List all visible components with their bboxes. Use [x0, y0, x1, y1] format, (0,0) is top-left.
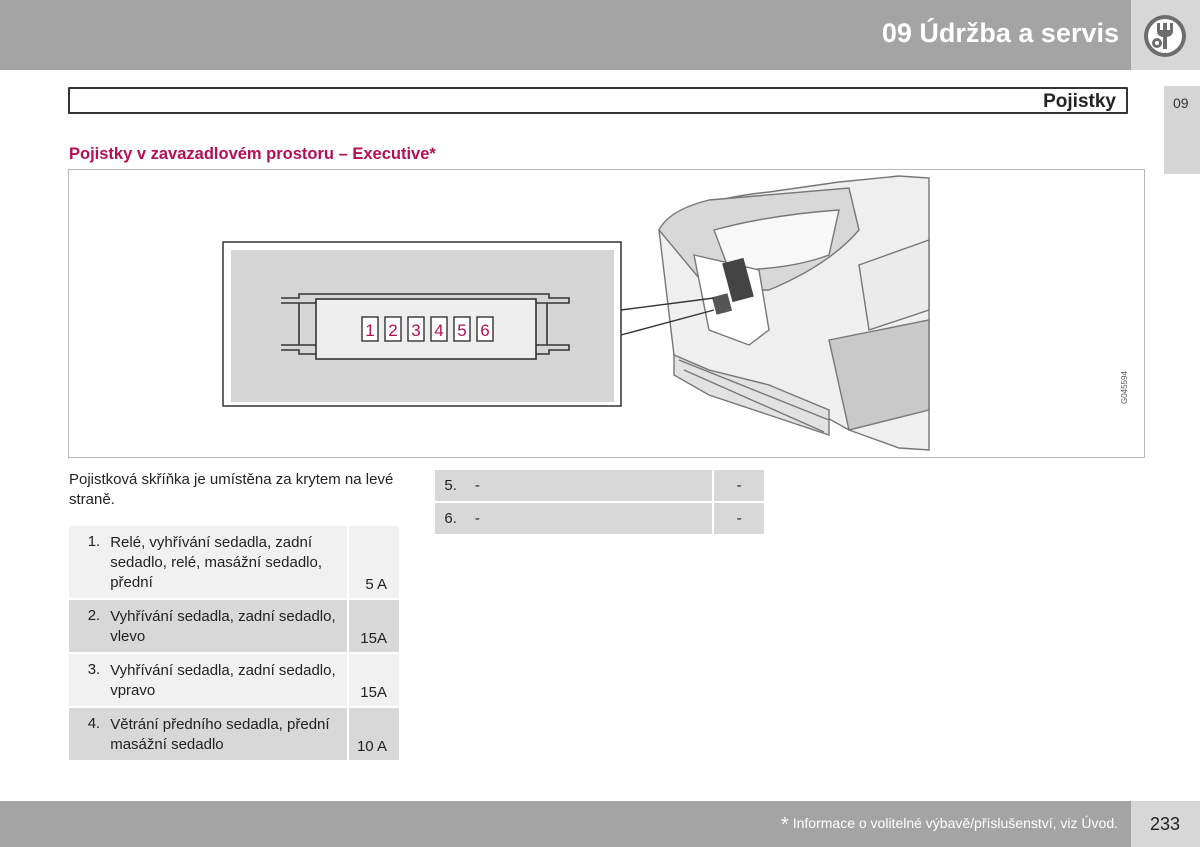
- fuse-label-4: 4: [434, 321, 443, 340]
- fuse-description: Vyhřívání sedadla, zadní sedadlo, vpravo: [108, 654, 350, 708]
- section-title: Pojistky: [1043, 91, 1116, 112]
- chapter-icon-box: [1131, 0, 1200, 70]
- table-row: 4. Větrání předního sedadla, přední masá…: [69, 708, 399, 762]
- fuse-number: 4.: [69, 708, 109, 762]
- page-number: 233: [1150, 814, 1181, 834]
- fuse-description: -: [464, 503, 715, 536]
- wrench-gear-icon: [1144, 15, 1186, 57]
- fuse-table-left: 1. Relé, vyhřívání sedadla, zadní sedadl…: [69, 526, 399, 762]
- fuse-description: Vyhřívání sedadla, zadní sedadlo, vlevo: [108, 600, 350, 654]
- fusebox-illustration: 1 2 3 4 5 6: [68, 169, 1145, 458]
- fuse-label-2: 2: [388, 321, 397, 340]
- fuse-amperage: 10 A: [349, 708, 399, 762]
- intro-text: Pojistková skříňka je umístěna za krytem…: [69, 471, 394, 508]
- fuse-number: 3.: [69, 654, 109, 708]
- fuse-description: Relé, vyhřívání sedadla, zadní sedadlo, …: [108, 526, 350, 600]
- page-number-box: 233: [1131, 801, 1200, 847]
- section-title-bar: Pojistky: [68, 87, 1128, 114]
- fuse-amperage: 5 A: [349, 526, 399, 600]
- fuse-amperage: -: [714, 503, 764, 536]
- table-row: 6. - -: [435, 503, 764, 536]
- table-row: 2. Vyhřívání sedadla, zadní sedadlo, vle…: [69, 600, 399, 654]
- side-tab-label: 09: [1173, 95, 1189, 111]
- table-row: 1. Relé, vyhřívání sedadla, zadní sedadl…: [69, 526, 399, 600]
- fuse-amperage: 15A: [349, 600, 399, 654]
- table-row: 5. - -: [435, 470, 764, 503]
- fuse-label-1: 1: [365, 321, 374, 340]
- footnote-text: Informace o volitelné výbavě/příslušenst…: [792, 815, 1118, 831]
- page-header: 09 Údržba a servis: [0, 0, 1131, 70]
- fuse-number: 5.: [435, 470, 465, 503]
- illustration-svg: 1 2 3 4 5 6: [222, 174, 931, 455]
- fuse-description: -: [464, 470, 715, 503]
- fusebox-drawing: [281, 293, 570, 360]
- table-row: 3. Vyhřívání sedadla, zadní sedadlo, vpr…: [69, 654, 399, 708]
- footnote-star: *: [780, 814, 789, 836]
- fuse-label-5: 5: [457, 321, 466, 340]
- fuse-table-right: 5. - - 6. - -: [435, 470, 764, 536]
- fuse-number: 2.: [69, 600, 109, 654]
- footnote: * Informace o volitelné výbavě/příslušens…: [781, 814, 1118, 837]
- fuse-description: Větrání předního sedadla, přední masážní…: [108, 708, 350, 762]
- fuse-number: 6.: [435, 503, 465, 536]
- fuse-amperage: -: [714, 470, 764, 503]
- fuse-label-3: 3: [411, 321, 420, 340]
- fuse-number: 1.: [69, 526, 109, 600]
- chapter-side-tab: 09: [1164, 86, 1200, 174]
- image-code: G045594: [1120, 371, 1129, 404]
- fuse-amperage: 15A: [349, 654, 399, 708]
- page-footer: * Informace o volitelné výbavě/příslušens…: [0, 801, 1131, 847]
- subheading: Pojistky v zavazadlovém prostoru – Execu…: [69, 145, 436, 163]
- chapter-title: 09 Údržba a servis: [881, 18, 1119, 48]
- fuse-label-6: 6: [480, 321, 489, 340]
